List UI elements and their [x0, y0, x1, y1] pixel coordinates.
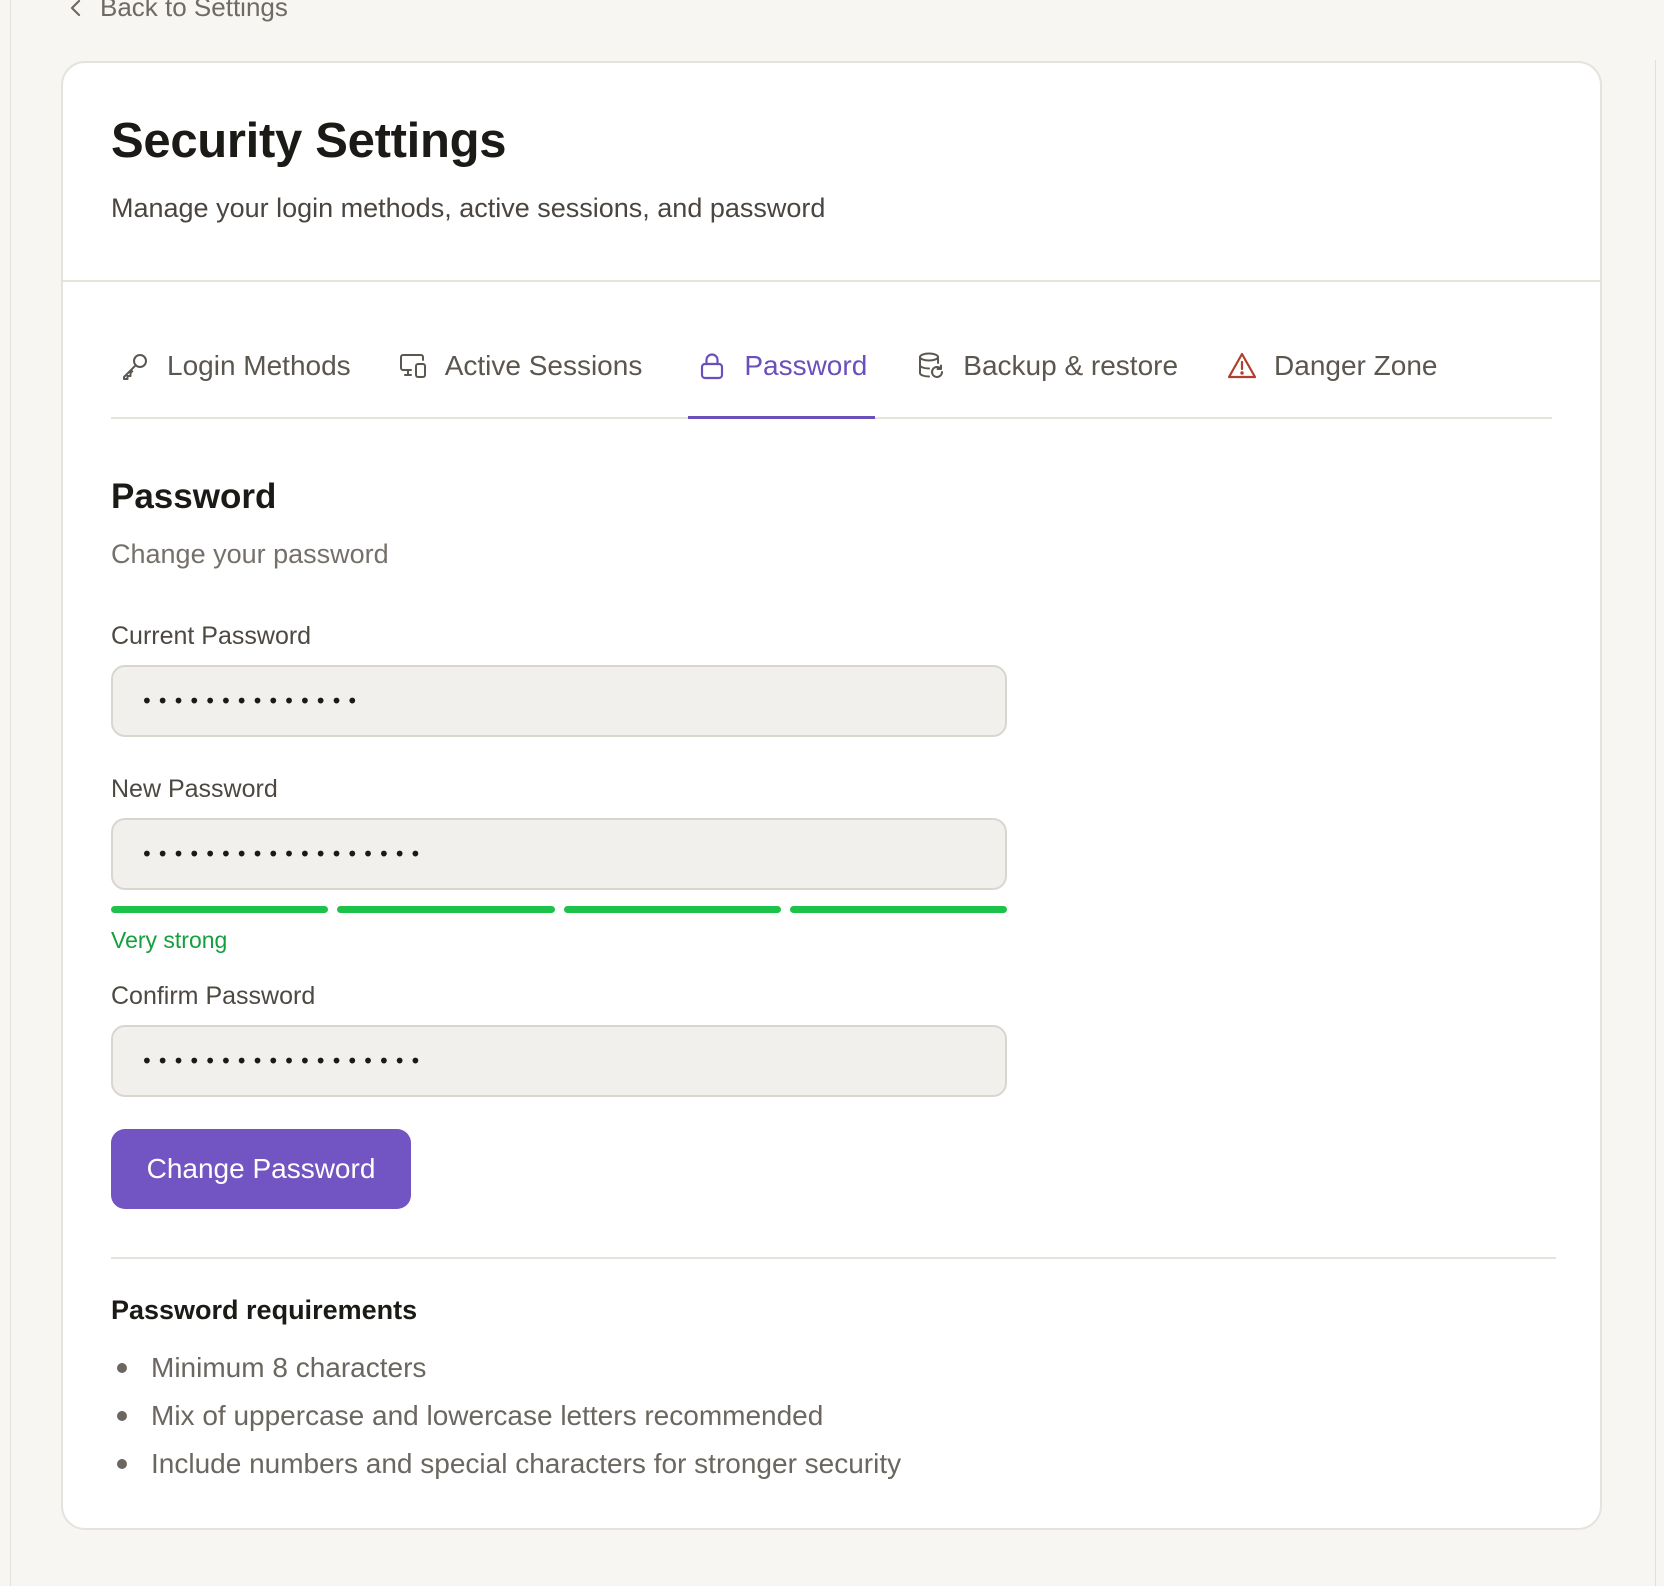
key-icon [123, 353, 147, 380]
requirements-title: Password requirements [111, 1295, 418, 1325]
strength-segment [111, 906, 329, 913]
tab-label: Password [744, 349, 868, 381]
strength-segment [789, 906, 1007, 913]
confirm-password-input[interactable] [111, 1025, 1007, 1097]
card-body: Login Methods Active Sessions Password B… [63, 336, 1600, 1488]
lock-icon [701, 352, 724, 379]
devices-icon [399, 353, 426, 378]
requirements-list: Minimum 8 characters Mix of uppercase an… [111, 1344, 1552, 1488]
section-title: Password [111, 477, 277, 516]
back-link-label: Back to Settings [100, 0, 288, 22]
security-settings-card: Security Settings Manage your login meth… [61, 61, 1602, 1530]
tab-active-sessions[interactable]: Active Sessions [397, 336, 643, 417]
requirement-text: Minimum 8 characters [151, 1352, 427, 1383]
tab-label: Backup & restore [963, 349, 1179, 381]
bullet-icon [117, 1363, 127, 1373]
tab-backup-restore[interactable]: Backup & restore [915, 336, 1178, 417]
page-title: Security Settings [111, 114, 507, 168]
current-password-input[interactable] [111, 665, 1007, 737]
tab-danger-zone[interactable]: Danger Zone [1226, 336, 1437, 417]
database-restore-icon [919, 352, 944, 378]
tab-label: Active Sessions [444, 349, 643, 381]
tab-password[interactable]: Password [688, 336, 876, 419]
page-right-border [1655, 60, 1656, 1586]
requirement-text: Mix of uppercase and lowercase letters r… [151, 1400, 824, 1431]
requirement-text: Include numbers and special characters f… [151, 1448, 902, 1479]
page-left-border [10, 0, 11, 1586]
tab-label: Danger Zone [1274, 349, 1438, 381]
confirm-password-label: Confirm Password [111, 982, 316, 1010]
tab-label: Login Methods [167, 349, 351, 381]
bullet-icon [117, 1411, 127, 1421]
section-subtitle: Change your password [111, 539, 389, 569]
back-to-settings-link[interactable]: Back to Settings [66, 0, 288, 23]
card-header: Security Settings Manage your login meth… [63, 63, 1600, 282]
requirement-item: Mix of uppercase and lowercase letters r… [111, 1392, 1552, 1440]
change-password-button[interactable]: Change Password [111, 1129, 411, 1209]
new-password-label: New Password [111, 775, 278, 803]
current-password-label: Current Password [111, 622, 312, 650]
password-requirements: Password requirements Minimum 8 characte… [111, 1295, 1552, 1488]
chevron-left-icon [70, 0, 81, 16]
warning-triangle-icon [1227, 352, 1257, 378]
new-password-input[interactable] [111, 818, 1007, 890]
strength-label: Very strong [111, 927, 228, 953]
section-divider [111, 1257, 1556, 1259]
password-strength-meter [111, 906, 1007, 913]
requirement-item: Include numbers and special characters f… [111, 1440, 1552, 1488]
password-section: Password Change your password Current Pa… [111, 477, 1552, 1209]
strength-segment [563, 906, 781, 913]
requirement-item: Minimum 8 characters [111, 1344, 1552, 1392]
bullet-icon [117, 1459, 127, 1469]
page-subtitle: Manage your login methods, active sessio… [111, 193, 826, 223]
tab-login-methods[interactable]: Login Methods [111, 336, 351, 417]
strength-segment [337, 906, 555, 913]
security-tabs: Login Methods Active Sessions Password B… [111, 336, 1552, 419]
